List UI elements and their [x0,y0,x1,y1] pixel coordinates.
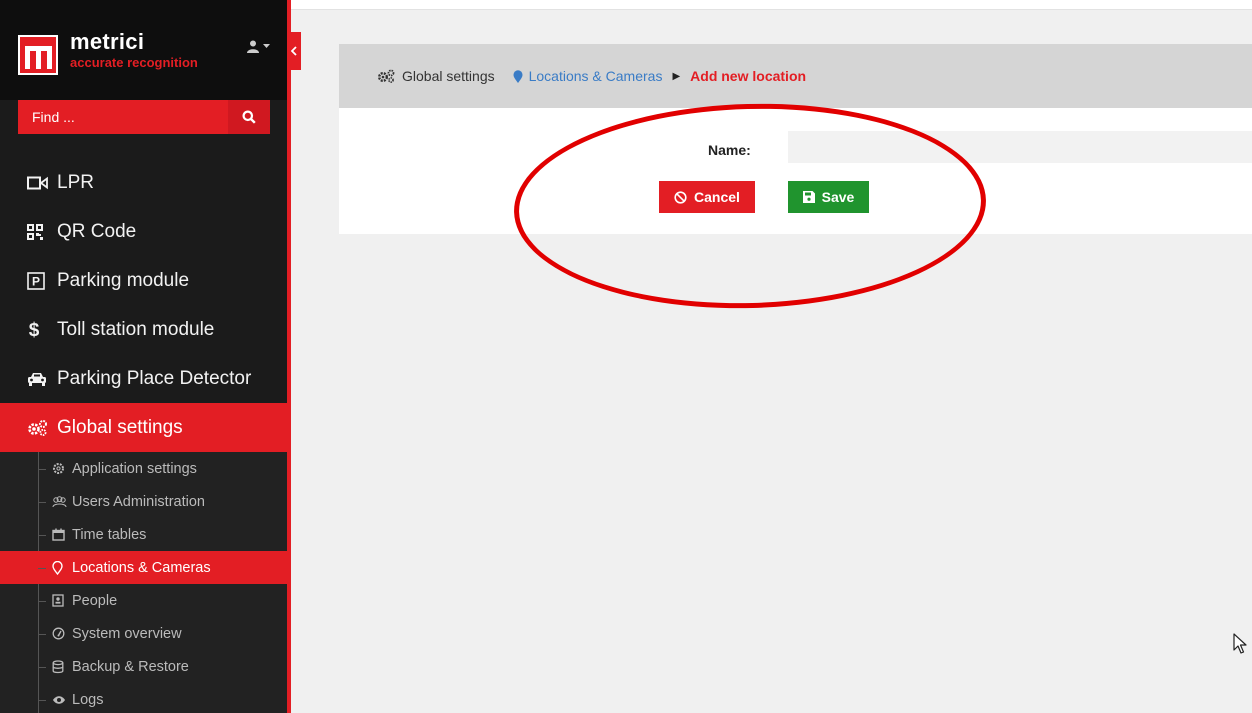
search-input[interactable] [18,100,228,134]
cancel-label: Cancel [694,189,740,205]
sub-item-label: Backup & Restore [72,658,189,675]
search-bar [18,100,270,134]
sub-item-label: Application settings [72,460,197,477]
gears-icon [378,69,395,83]
dashboard-icon [52,627,68,640]
nav-item-label: Global settings [57,416,183,438]
breadcrumb-current: Add new location [690,68,807,84]
user-icon [247,40,259,53]
sub-item-label: Time tables [72,526,147,543]
nav-item-label: LPR [57,171,94,193]
nav-item-label: Parking module [57,269,190,291]
qrcode-icon [27,223,51,240]
nav-item-global-settings[interactable]: Global settings [0,403,287,452]
database-icon [52,659,68,674]
map-marker-icon [513,69,523,83]
sub-item-users-administration[interactable]: Users Administration [0,485,287,518]
sub-item-people[interactable]: People [0,584,287,617]
dollar-icon: $ [27,320,51,340]
mouse-cursor-icon [1233,633,1247,654]
main-nav: LPR QR Code P Parking module $ Toll stat… [0,158,287,713]
cancel-button[interactable]: Cancel [659,181,755,213]
chevron-left-icon [291,46,297,56]
ban-icon [674,190,687,204]
nav-item-label: QR Code [57,220,137,242]
nav-item-lpr[interactable]: LPR [0,158,287,207]
search-icon [242,110,256,124]
sub-item-backup-restore[interactable]: Backup & Restore [0,650,287,683]
caret-right-icon: ▶ [672,70,681,82]
sub-item-label: Logs [72,691,104,708]
sub-item-locations-cameras[interactable]: Locations & Cameras [0,551,287,584]
cog-icon [52,462,68,475]
breadcrumb-global-settings[interactable]: Global settings [377,68,495,84]
nav-item-label: Parking Place Detector [57,367,252,389]
breadcrumb-locations-cameras[interactable]: Locations & Cameras [513,68,663,84]
search-button[interactable] [228,100,270,134]
sub-item-label: System overview [72,625,182,642]
video-camera-icon [27,176,51,190]
sidebar-border [287,0,291,713]
floppy-disk-icon [802,191,815,203]
brand-header: metrici accurate recognition [0,0,287,100]
breadcrumb-root-label: Global settings [402,68,495,84]
nav-item-toll-station[interactable]: $ Toll station module [0,305,287,354]
gears-icon [27,419,51,437]
sub-item-label: People [72,592,118,609]
map-marker-icon [52,560,68,575]
svg-text:P: P [32,274,40,288]
sub-item-logs[interactable]: Logs [0,683,287,713]
car-icon [27,371,51,387]
add-location-form: Name: Cancel Save [339,108,1252,234]
sub-item-system-overview[interactable]: System overview [0,617,287,650]
eye-icon [52,695,68,705]
users-icon [52,495,68,508]
top-bar [291,0,1252,10]
user-menu[interactable] [246,40,270,53]
save-label: Save [821,189,855,205]
calendar-icon [52,528,68,541]
nav-item-parking-place-detector[interactable]: Parking Place Detector [0,354,287,403]
name-field[interactable] [788,131,1252,163]
svg-text:$: $ [29,320,40,340]
nav-item-label: Toll station module [57,318,215,340]
brand-tagline: accurate recognition [70,55,198,70]
sub-item-label: Locations & Cameras [72,559,211,576]
breadcrumb-parent-label: Locations & Cameras [528,68,663,84]
caret-down-icon [263,44,270,48]
sidebar: metrici accurate recognition LPR QR Code [0,0,287,713]
sub-item-label: Users Administration [72,493,205,510]
sub-item-time-tables[interactable]: Time tables [0,518,287,551]
sidebar-collapse-button[interactable] [287,32,301,70]
brand-name: metrici [70,29,145,54]
breadcrumb: Global settings Locations & Cameras ▶ Ad… [339,44,1252,108]
save-button[interactable]: Save [788,181,869,213]
nav-item-parking-module[interactable]: P Parking module [0,256,287,305]
name-label: Name: [708,142,751,158]
sub-item-application-settings[interactable]: Application settings [0,452,287,485]
nav-item-qr-code[interactable]: QR Code [0,207,287,256]
metrici-logo [18,35,58,75]
parking-icon: P [27,271,51,290]
settings-submenu: Application settings Users Administratio… [0,452,287,713]
id-card-icon [52,594,68,607]
